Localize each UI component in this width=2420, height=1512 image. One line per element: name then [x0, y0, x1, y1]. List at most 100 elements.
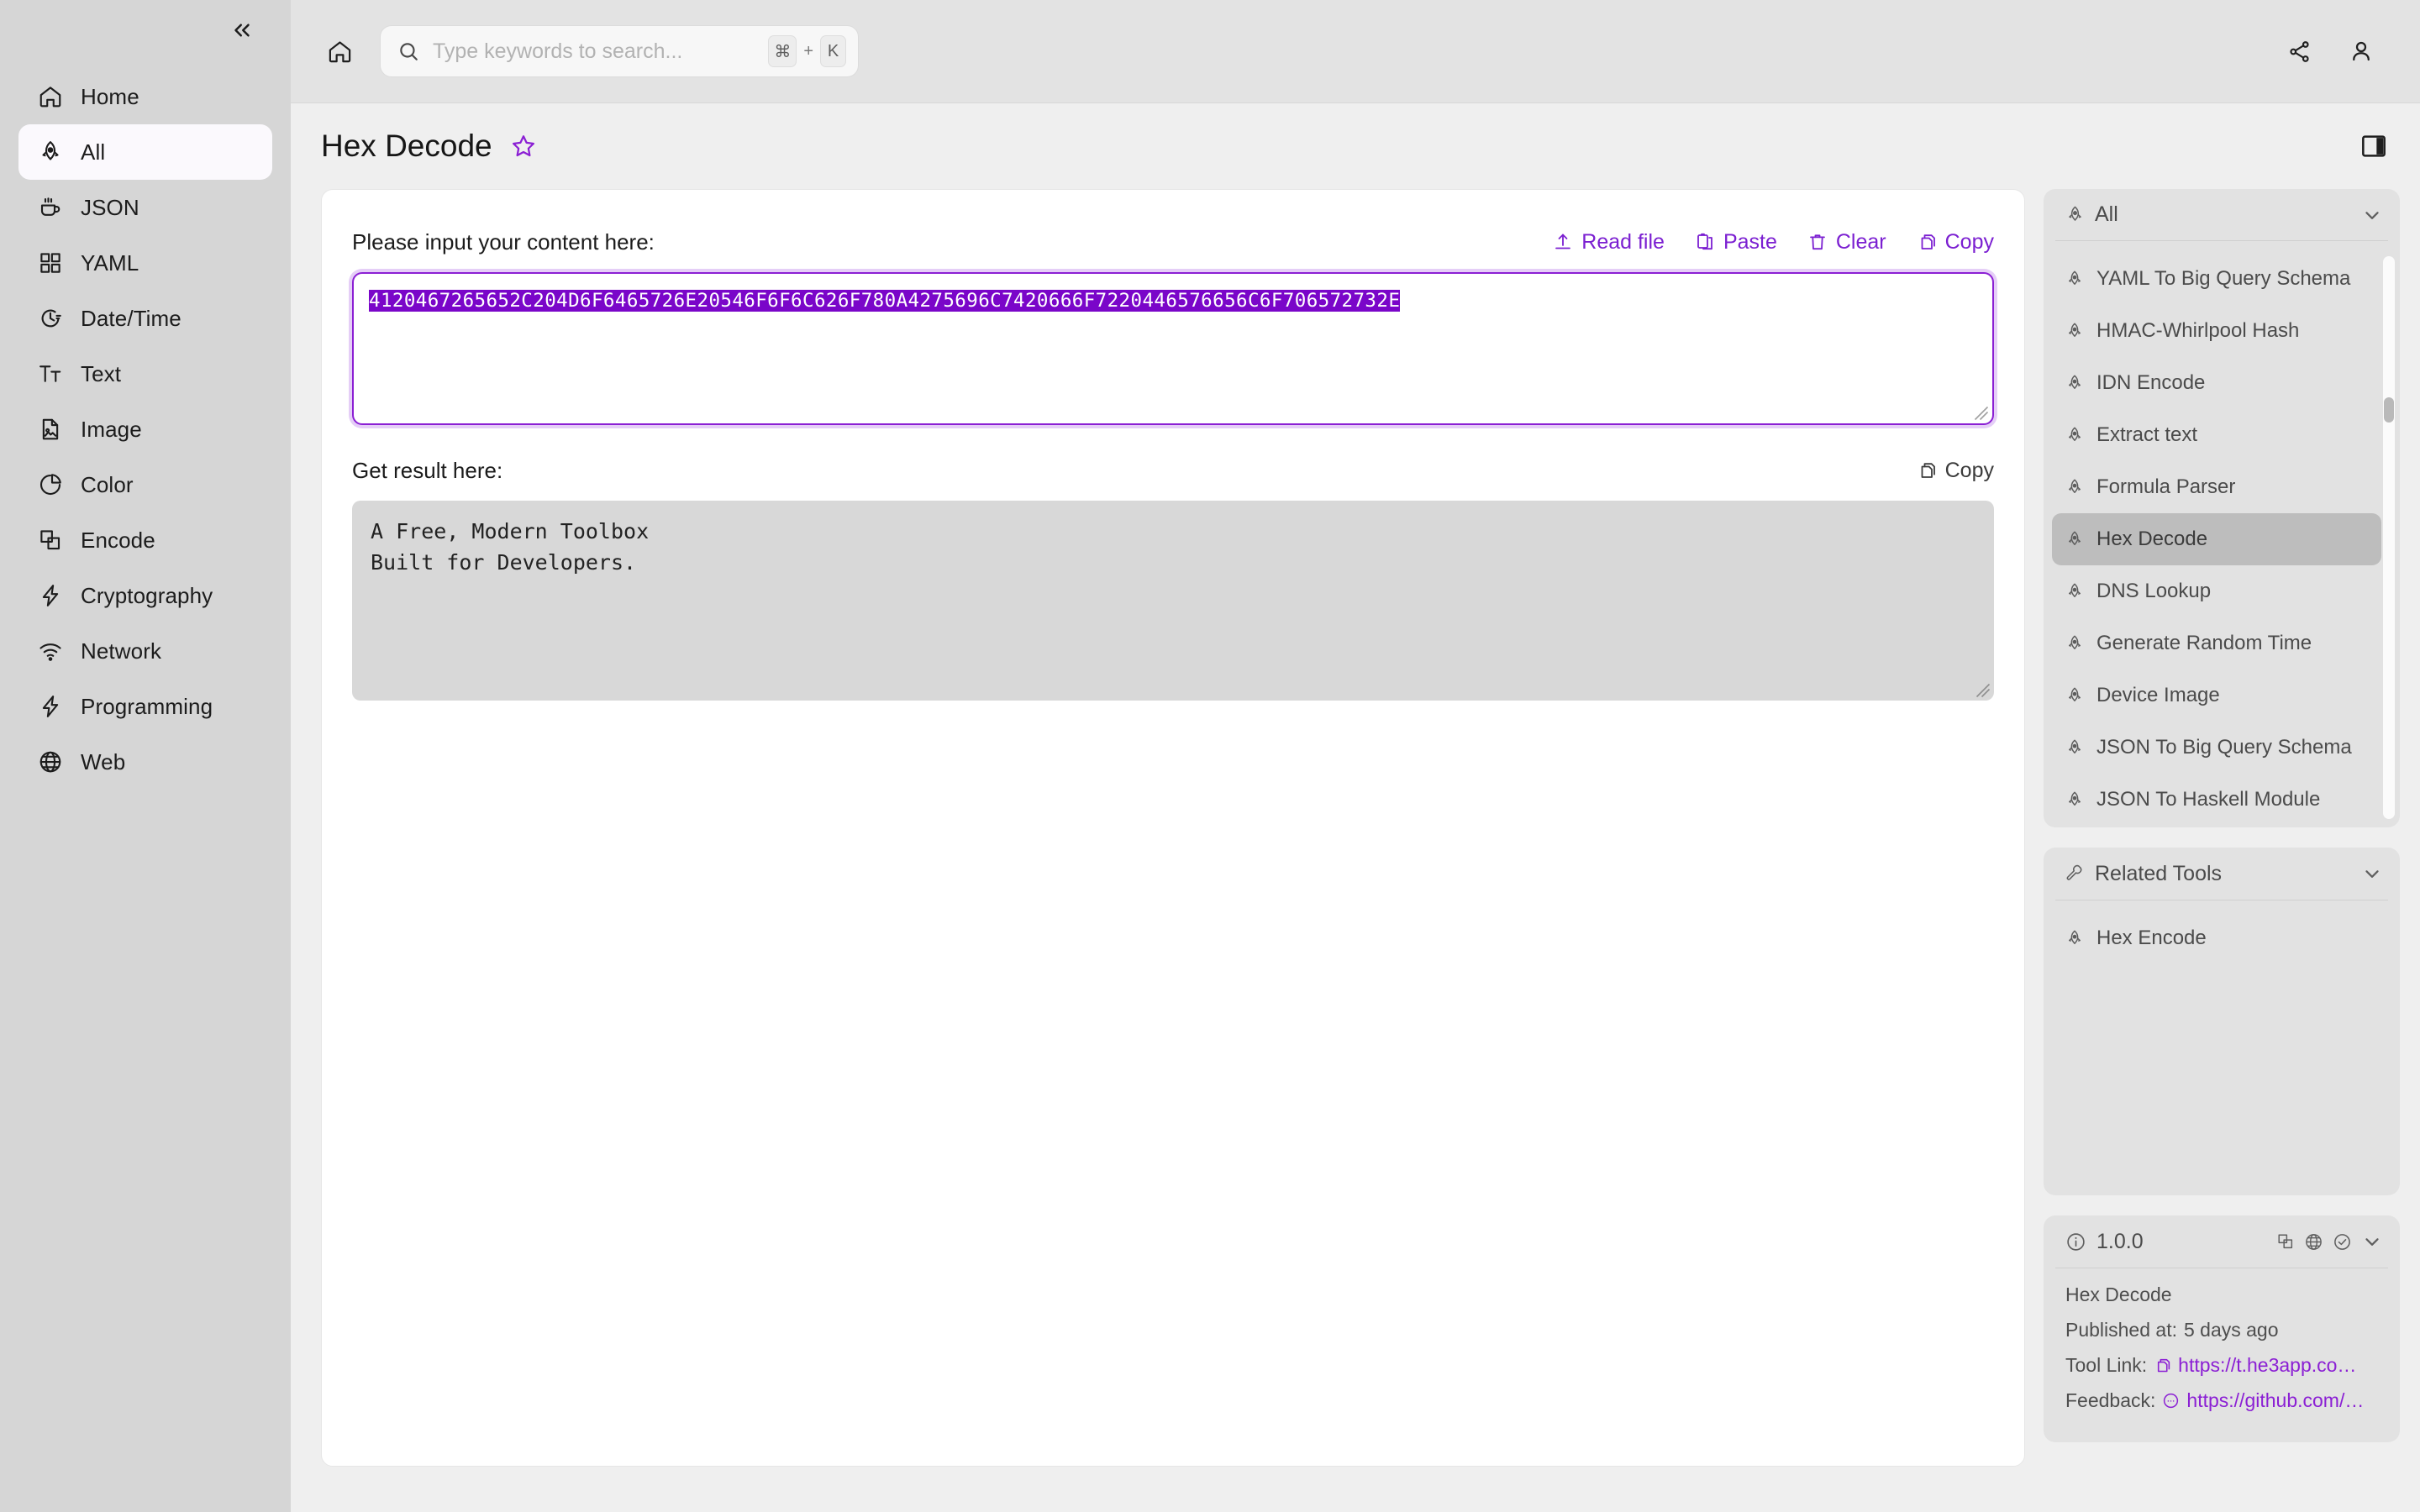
- star-outline-icon: [512, 135, 534, 157]
- globe-icon[interactable]: [2304, 1232, 2323, 1252]
- home-button[interactable]: [318, 29, 361, 73]
- version-published-value: 5 days ago: [2183, 1319, 2279, 1341]
- tool-list-item[interactable]: JSON To Haskell Module: [2052, 774, 2381, 826]
- search-box[interactable]: ⌘ + K: [380, 25, 859, 77]
- sidebar-item-color[interactable]: Color: [18, 457, 272, 512]
- sidebar-item-network[interactable]: Network: [18, 623, 272, 679]
- paste-button[interactable]: Paste: [1695, 230, 1777, 255]
- read-file-label: Read file: [1581, 229, 1665, 254]
- tool-list-item-label: IDN Encode: [2096, 371, 2206, 395]
- tool-list-item[interactable]: JSON To Big Query Schema: [2052, 722, 2381, 774]
- sidebar-item-yaml[interactable]: YAML: [18, 235, 272, 291]
- hex-input-textarea[interactable]: 4120467265652C204D6F6465726E20546F6F6C62…: [352, 272, 1994, 425]
- rocket-icon: [2065, 374, 2086, 392]
- tool-list-item[interactable]: HMAC-Whirlpool Hash: [2052, 305, 2381, 357]
- coffee-cup-icon: [37, 194, 64, 221]
- related-tool-item[interactable]: Hex Encode: [2052, 912, 2391, 964]
- sidebar-item-home[interactable]: Home: [18, 69, 272, 124]
- version-feedback: Feedback: https://github.com/…: [2065, 1389, 2378, 1412]
- bolt-icon: [37, 582, 64, 609]
- rocket-icon: [2069, 531, 2081, 546]
- tool-list-item[interactable]: Device Image: [2052, 669, 2381, 722]
- text-format-icon: [39, 365, 61, 382]
- related-tools-header[interactable]: Related Tools: [2044, 848, 2400, 900]
- result-output-area[interactable]: A Free, Modern Toolbox Built for Develop…: [352, 501, 1994, 701]
- related-tools-title: Related Tools: [2095, 861, 2223, 885]
- tool-list-item[interactable]: IDN Encode: [2052, 357, 2381, 409]
- user-account-icon: [2353, 41, 2370, 61]
- tool-list-item-label: Formula Parser: [2096, 475, 2236, 499]
- result-copy-label: Copy: [1944, 458, 1994, 482]
- tool-list-item[interactable]: DNS Lookup: [2052, 565, 2381, 617]
- sidebar-item-web[interactable]: Web: [18, 734, 272, 790]
- account-button[interactable]: [2339, 29, 2383, 73]
- share-button[interactable]: [2277, 29, 2321, 73]
- input-copy-label: Copy: [1944, 229, 1994, 254]
- output-resize-handle[interactable]: [1975, 683, 1991, 698]
- chat-bubble-icon[interactable]: [2162, 1392, 2180, 1410]
- home-icon: [329, 40, 350, 62]
- coffee-cup-icon: [40, 197, 60, 216]
- sidebar-item-encode[interactable]: Encode: [18, 512, 272, 568]
- sidebar-nav: Home All JSON YAML Date/Time Text Image Color En…: [0, 60, 291, 790]
- chevron-down-icon[interactable]: [2361, 1231, 2383, 1252]
- tool-list-item[interactable]: YAML To Big Query Schema: [2052, 253, 2381, 305]
- related-tools-actions: [2361, 863, 2383, 885]
- check-circle-icon[interactable]: [2333, 1232, 2352, 1252]
- related-tools-list: Hex Encode: [2044, 900, 2400, 973]
- copy-icon[interactable]: [2154, 1357, 2171, 1374]
- grid-icon: [40, 253, 60, 273]
- rocket-icon: [2065, 205, 2085, 224]
- info-circle-icon: [2065, 1231, 2086, 1252]
- clear-button[interactable]: Clear: [1807, 230, 1886, 255]
- version-tool-name-text: Hex Decode: [2065, 1284, 2172, 1305]
- tool-list-item[interactable]: Hex Decode: [2052, 513, 2381, 566]
- rocket-icon: [2065, 530, 2086, 549]
- version-published-label: Published at:: [2065, 1319, 2177, 1341]
- rocket-icon: [2065, 426, 2086, 444]
- sidebar-collapse-button[interactable]: [224, 12, 260, 49]
- pie-chart-icon: [39, 474, 61, 496]
- tools-scrollbar-thumb[interactable]: [2384, 397, 2394, 423]
- upload-icon: [1555, 234, 1571, 249]
- tool-list-item[interactable]: Extract text: [2052, 409, 2381, 461]
- version-feedback-value[interactable]: https://github.com/…: [2186, 1389, 2364, 1412]
- version-tool-link-value[interactable]: https://t.he3app.co…: [2178, 1354, 2356, 1377]
- tool-list-item[interactable]: Formula Parser: [2052, 461, 2381, 513]
- sidebar-item-label: Image: [81, 416, 142, 442]
- chevron-down-icon[interactable]: [2361, 863, 2383, 885]
- sidebar-item-all[interactable]: All: [18, 124, 272, 180]
- tools-scrollbar-track[interactable]: [2383, 256, 2395, 819]
- right-panel-toggle-button[interactable]: [2354, 127, 2393, 165]
- clock-icon: [37, 305, 64, 332]
- rocket-icon: [2069, 687, 2081, 702]
- tools-panel-title: All: [2095, 202, 2118, 227]
- home-icon: [39, 87, 61, 108]
- input-resize-handle[interactable]: [1974, 406, 1989, 421]
- sidebar-item-date-time[interactable]: Date/Time: [18, 291, 272, 346]
- version-panel-header[interactable]: 1.0.0: [2044, 1215, 2400, 1268]
- input-copy-button[interactable]: Copy: [1917, 230, 1994, 255]
- tool-list-item-label: JSON To Big Query Schema: [2096, 736, 2352, 759]
- tool-list-item[interactable]: Generate Random Time: [2052, 617, 2381, 669]
- result-copy-button[interactable]: Copy: [1917, 459, 1994, 483]
- tools-panel-header[interactable]: All: [2044, 189, 2400, 240]
- sidebar-item-cryptography[interactable]: Cryptography: [18, 568, 272, 623]
- sidebar-item-label: Programming: [81, 693, 213, 719]
- sidebar: Home All JSON YAML Date/Time Text Image Color En…: [0, 0, 291, 1512]
- version-details: Hex Decode Published at: 5 days ago Tool…: [2044, 1268, 2400, 1431]
- search-input[interactable]: [433, 39, 769, 64]
- chevron-down-icon[interactable]: [2361, 204, 2383, 226]
- favorite-button[interactable]: [511, 134, 536, 159]
- read-file-button[interactable]: Read file: [1553, 230, 1665, 255]
- copy-layers-icon[interactable]: [2276, 1232, 2295, 1251]
- text-format-icon: [37, 360, 64, 387]
- sidebar-item-programming[interactable]: Programming: [18, 679, 272, 734]
- sidebar-item-label: Text: [81, 360, 122, 386]
- sidebar-item-json[interactable]: JSON: [18, 180, 272, 235]
- sidebar-item-image[interactable]: Image: [18, 402, 272, 457]
- sidebar-item-text[interactable]: Text: [18, 346, 272, 402]
- shortcut-plus: +: [803, 41, 813, 60]
- right-panel-toggle-icon: [2362, 135, 2386, 157]
- tool-list-item-label: Generate Random Time: [2096, 632, 2312, 655]
